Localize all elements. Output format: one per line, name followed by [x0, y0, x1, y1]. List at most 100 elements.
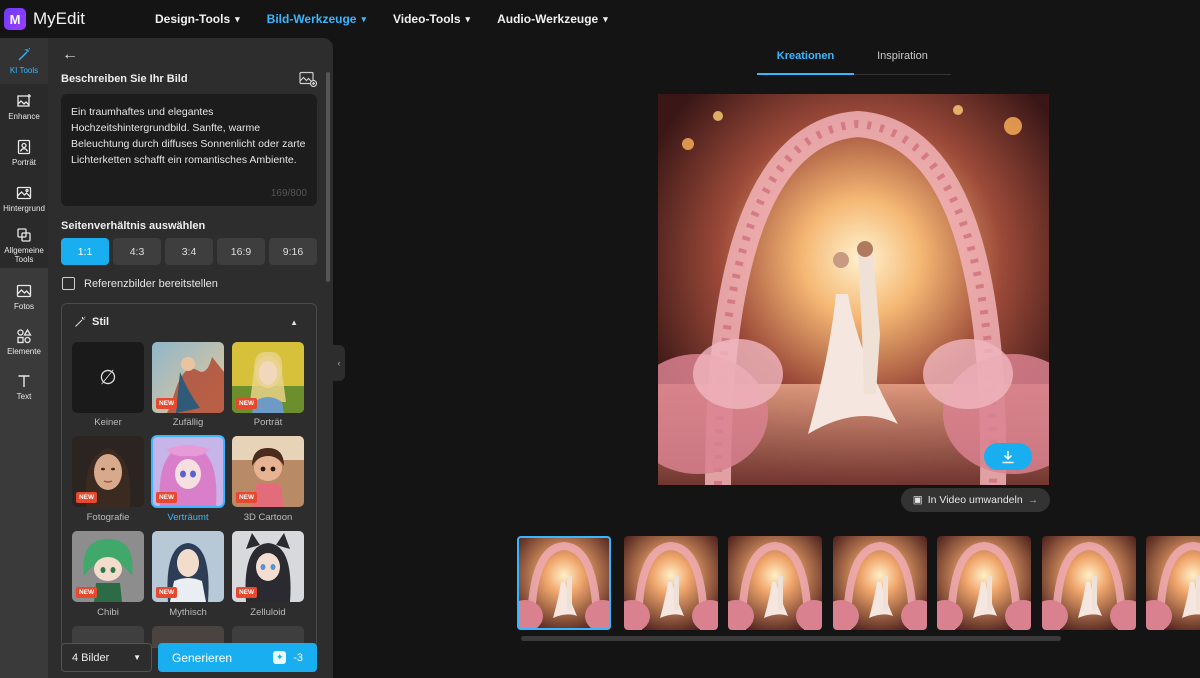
ratio-9-16[interactable]: 9:16 — [269, 238, 317, 265]
nav-video-tools[interactable]: Video-Tools ▾ — [393, 12, 470, 26]
generated-image[interactable] — [658, 94, 1049, 485]
ratio-3-4[interactable]: 3:4 — [165, 238, 213, 265]
rail-item-background[interactable]: Hintergrund — [0, 176, 48, 222]
style-caption: Verträumt — [167, 512, 209, 523]
nav-label: Video-Tools — [392, 12, 461, 26]
panel-scrollbar[interactable] — [326, 72, 330, 282]
chevron-down-icon: ▾ — [465, 13, 471, 24]
tool-rail: KI Tools Enhance Porträt Hintergrund All… — [0, 38, 48, 678]
generate-button[interactable]: Generieren ✦ -3 — [158, 643, 317, 672]
style-photography[interactable]: NEW — [72, 436, 144, 507]
style-3d-cartoon[interactable]: NEW — [232, 436, 304, 507]
result-thumbnail[interactable] — [517, 536, 611, 630]
nav-label: Design-Tools — [155, 12, 231, 26]
elements-icon — [17, 328, 32, 344]
tab-kreationen[interactable]: Kreationen — [757, 44, 854, 75]
new-badge: NEW — [76, 492, 98, 503]
nav-audio-werkzeuge[interactable]: Audio-Werkzeuge ▾ — [497, 12, 608, 26]
ratio-1-1[interactable]: 1:1 — [61, 238, 109, 265]
thumbnail-strip — [517, 536, 1200, 631]
tools-icon — [17, 227, 31, 242]
style-none[interactable]: ∅ — [72, 342, 144, 413]
enhance-icon — [17, 94, 31, 107]
prompt-textarea[interactable]: Ein traumhaftes und elegantes Hochzeitsh… — [61, 94, 317, 206]
wedding-arch-image — [658, 94, 1049, 485]
prompt-char-count: 169/800 — [270, 188, 307, 199]
style-random[interactable]: NEW — [152, 342, 224, 413]
collapse-panel-icon[interactable]: ‹ — [333, 345, 345, 381]
style-celluloid[interactable]: NEW — [232, 531, 304, 602]
image-count-select[interactable]: 4 Bilder ▼ — [61, 643, 152, 672]
rail-item-ki-tools[interactable]: KI Tools — [0, 38, 48, 84]
result-tabs: Kreationen Inspiration — [757, 44, 951, 75]
rail-item-fotos[interactable]: Fotos — [0, 274, 48, 320]
thumbnail-strip-scrollbar[interactable] — [521, 636, 1061, 641]
aspect-ratio-group: 1:1 4:3 3:4 16:9 9:16 — [61, 238, 317, 265]
wedding-thumbnail — [728, 536, 822, 630]
reference-images-checkbox[interactable] — [62, 277, 75, 290]
reference-images-label: Referenzbilder bereitstellen — [84, 277, 218, 290]
chevron-down-icon: ▼ — [133, 653, 141, 662]
style-dreamy[interactable]: NEW — [151, 435, 225, 508]
convert-to-video-button[interactable]: ▣ In Video umwandeln → — [901, 488, 1050, 512]
chevron-down-icon: ▾ — [235, 13, 240, 24]
describe-title: Beschreiben Sie Ihr Bild — [61, 73, 188, 85]
new-badge: NEW — [236, 492, 258, 503]
result-thumbnail[interactable] — [1146, 536, 1200, 630]
convert-to-video-label: In Video umwandeln — [927, 494, 1023, 506]
ratio-4-3[interactable]: 4:3 — [113, 238, 161, 265]
app-name: MyEdit — [33, 9, 85, 28]
nav-bild-werkzeuge[interactable]: Bild-Werkzeuge ▾ — [267, 12, 366, 26]
new-badge: NEW — [156, 398, 178, 409]
tab-inspiration[interactable]: Inspiration — [854, 44, 951, 75]
portrait-icon — [17, 139, 31, 155]
credit-cost-value: -3 — [293, 651, 303, 664]
nav-label: Bild-Werkzeuge — [266, 12, 357, 26]
new-badge: NEW — [156, 587, 178, 598]
rail-label: Elemente — [7, 347, 41, 356]
back-arrow-icon[interactable]: ← — [62, 46, 78, 64]
result-thumbnail[interactable] — [937, 536, 1031, 630]
rail-item-enhance[interactable]: Enhance — [0, 84, 48, 130]
style-mythic[interactable]: NEW — [152, 531, 224, 602]
new-badge: NEW — [236, 398, 258, 409]
ai-tools-panel: ← Beschreiben Sie Ihr Bild Ein traumhaft… — [48, 38, 333, 678]
style-header[interactable]: Stil — [74, 316, 109, 328]
ratio-title: Seitenverhältnis auswählen — [61, 220, 206, 232]
style-caption: Zufällig — [172, 417, 204, 428]
result-thumbnail[interactable] — [624, 536, 718, 630]
top-bar: M MyEdit Design-Tools ▾ Bild-Werkzeuge ▾ V… — [0, 0, 1200, 38]
app-logo[interactable]: M MyEdit — [4, 8, 85, 30]
rail-label: Hintergrund — [3, 204, 45, 213]
rail-item-text[interactable]: Text — [0, 364, 48, 410]
collapse-caret-icon[interactable]: ▲ — [290, 318, 298, 327]
style-chibi[interactable]: NEW — [72, 531, 144, 602]
ratio-16-9[interactable]: 16:9 — [217, 238, 265, 265]
rail-label: Allgemeine Tools — [4, 245, 44, 264]
new-badge: NEW — [156, 492, 178, 503]
rail-item-elemente[interactable]: Elemente — [0, 319, 48, 365]
text-icon — [18, 375, 30, 387]
nav-design-tools[interactable]: Design-Tools ▾ — [155, 12, 240, 26]
arrow-right-icon: → — [1027, 494, 1039, 506]
result-thumbnail[interactable] — [833, 536, 927, 630]
style-section: Stil ▲ ∅ Keiner NEW Zufällig NEW Porträt… — [61, 303, 317, 648]
wedding-thumbnail — [624, 536, 718, 630]
generate-label: Generieren — [172, 650, 233, 665]
rail-item-portrait[interactable]: Porträt — [0, 130, 48, 176]
rail-label: Text — [16, 392, 32, 401]
style-caption: 3D Cartoon — [243, 512, 293, 523]
credit-cost: ✦ -3 — [273, 651, 303, 664]
image-upload-icon[interactable] — [299, 71, 317, 87]
wedding-thumbnail — [833, 536, 927, 630]
magic-wand-icon — [75, 316, 86, 327]
top-nav: Design-Tools ▾ Bild-Werkzeuge ▾ Video-Tool… — [155, 0, 635, 38]
rail-item-allgemeine-tools[interactable]: Allgemeine Tools — [0, 222, 48, 268]
result-thumbnail[interactable] — [1042, 536, 1136, 630]
style-portrait[interactable]: NEW — [232, 342, 304, 413]
magic-wand-icon — [18, 48, 31, 61]
download-button[interactable] — [984, 443, 1032, 470]
result-thumbnail[interactable] — [728, 536, 822, 630]
style-caption: Zelluloid — [250, 607, 286, 618]
style-caption: Porträt — [253, 417, 283, 428]
